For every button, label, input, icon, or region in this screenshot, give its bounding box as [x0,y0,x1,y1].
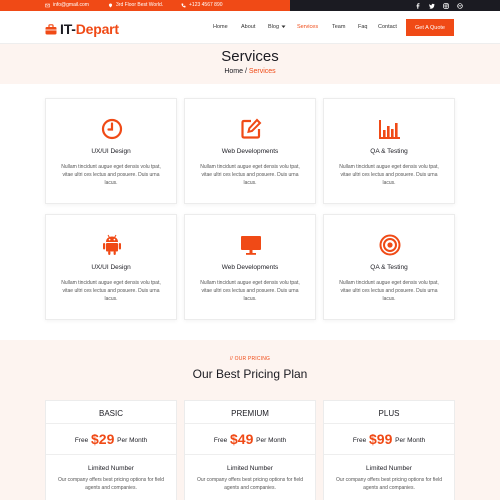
service-card-qa-testing[interactable]: QA & Testing Nullam tincidunt augue eget… [323,98,455,204]
nav-faq[interactable]: Faq [358,24,367,30]
divider [324,423,454,424]
plan-name: PLUS [378,409,400,418]
service-title: Web Developments [221,264,279,271]
plan-price: Free $49 Per Month [185,431,315,447]
feature-description: Our company offers best pricing options … [335,477,443,491]
service-card-web-dev[interactable]: Web Developments Nullam tincidunt augue … [184,98,316,204]
email-contact[interactable]: info@gmail.com [45,2,89,9]
logo-text: IT-Depart [60,21,119,37]
breadcrumb-current: Services [248,68,276,75]
page-title: Services [221,48,279,65]
feature-description: Our company offers best pricing options … [57,477,165,491]
feature-title: Limited Number [227,465,273,472]
facebook-link[interactable] [414,2,421,9]
envelope-icon [45,3,50,8]
address-info: 3rd Floor Best World. [108,2,163,9]
phone-contact[interactable]: +123 4567 890 [181,2,223,9]
phone-text: +123 4567 890 [189,2,223,8]
divider [46,423,176,424]
service-card-ux-ui-2[interactable]: UX/UI Design Nullam tincidunt augue eget… [45,214,177,320]
breadcrumb-home[interactable]: Home [224,68,243,75]
service-description: Nullam tincidunt augue eget densis volu … [339,164,439,186]
price-period: Per Month [395,437,426,444]
nav-contact[interactable]: Contact [378,24,397,30]
dribbble-icon [456,2,463,9]
instagram-link[interactable] [442,2,449,9]
service-description: Nullam tincidunt augue eget densis volu … [200,280,300,302]
instagram-icon [442,2,449,9]
price-prefix: Free [352,437,367,444]
nav-team[interactable]: Team [332,24,345,30]
pricing-card-plus[interactable]: PLUS Free $99 Per Month Limited Number O… [323,400,455,500]
service-title: QA & Testing [370,264,408,271]
feature-title: Limited Number [88,465,134,472]
facebook-icon [416,2,419,9]
plan-price: Free $29 Per Month [46,431,176,447]
divider [185,454,315,455]
divider [185,423,315,424]
service-title: QA & Testing [370,148,408,155]
breadcrumb: Home / Services [0,68,500,75]
page-header: Services Home / Services [0,44,500,84]
get-a-quote-button[interactable]: Get A Quote [406,19,454,36]
main-navbar: IT-Depart Home About Blog Services Team … [0,11,500,44]
plan-name: PREMIUM [231,409,269,418]
top-info-bar: info@gmail.com 3rd Floor Best World. +12… [0,0,500,11]
price-amount: $29 [91,431,115,447]
pricing-card-basic[interactable]: BASIC Free $29 Per Month Limited Number … [45,400,177,500]
service-title: UX/UI Design [91,148,131,155]
top-bar-dark [290,0,500,11]
map-pin-icon [108,3,113,8]
address-text: 3rd Floor Best World. [116,2,164,8]
briefcase-icon [45,23,57,34]
divider [324,454,454,455]
service-card-qa-testing-2[interactable]: QA & Testing Nullam tincidunt augue eget… [323,214,455,320]
target-icon [379,234,401,256]
caret-down-icon [281,25,286,28]
price-period: Per Month [117,437,148,444]
dribbble-link[interactable] [456,2,463,9]
email-text: info@gmail.com [53,2,89,8]
service-card-ux-ui[interactable]: UX/UI Design Nullam tincidunt augue eget… [45,98,177,204]
service-description: Nullam tincidunt augue eget densis volu … [339,280,439,302]
service-description: Nullam tincidunt augue eget densis volu … [61,280,161,302]
service-title: UX/UI Design [91,264,131,271]
price-amount: $49 [230,431,254,447]
edit-icon [241,118,262,139]
nav-blog[interactable]: Blog [268,24,286,30]
plan-name: BASIC [98,409,123,418]
logo-prefix: IT- [60,21,76,37]
nav-home[interactable]: Home [213,24,228,30]
bar-chart-icon [379,120,400,139]
service-description: Nullam tincidunt augue eget densis volu … [200,164,300,186]
price-period: Per Month [256,437,287,444]
pricing-card-premium[interactable]: PREMIUM Free $49 Per Month Limited Numbe… [184,400,316,500]
feature-title: Limited Number [366,465,412,472]
monitor-icon [241,236,261,255]
price-amount: $99 [369,431,393,447]
service-title: Web Developments [221,148,279,155]
clock-icon [101,118,123,140]
nav-services[interactable]: Services [297,24,318,30]
service-card-web-dev-2[interactable]: Web Developments Nullam tincidunt augue … [184,214,316,320]
logo-suffix: Depart [75,21,119,37]
price-prefix: Free [74,437,89,444]
pricing-tag: // OUR PRICING [229,356,271,362]
plan-price: Free $99 Per Month [324,431,454,447]
feature-description: Our company offers best pricing options … [196,477,304,491]
nav-about[interactable]: About [241,24,255,30]
site-logo[interactable]: IT-Depart [45,21,119,37]
android-icon [103,234,121,255]
pricing-section: // OUR PRICING Our Best Pricing Plan BAS… [0,340,500,500]
pricing-title: Our Best Pricing Plan [192,367,308,381]
service-description: Nullam tincidunt augue eget densis volu … [61,164,161,186]
phone-icon [181,3,186,8]
price-prefix: Free [213,437,228,444]
divider [46,454,176,455]
twitter-link[interactable] [428,2,435,9]
twitter-icon [428,3,435,9]
nav-blog-label: Blog [268,24,280,30]
